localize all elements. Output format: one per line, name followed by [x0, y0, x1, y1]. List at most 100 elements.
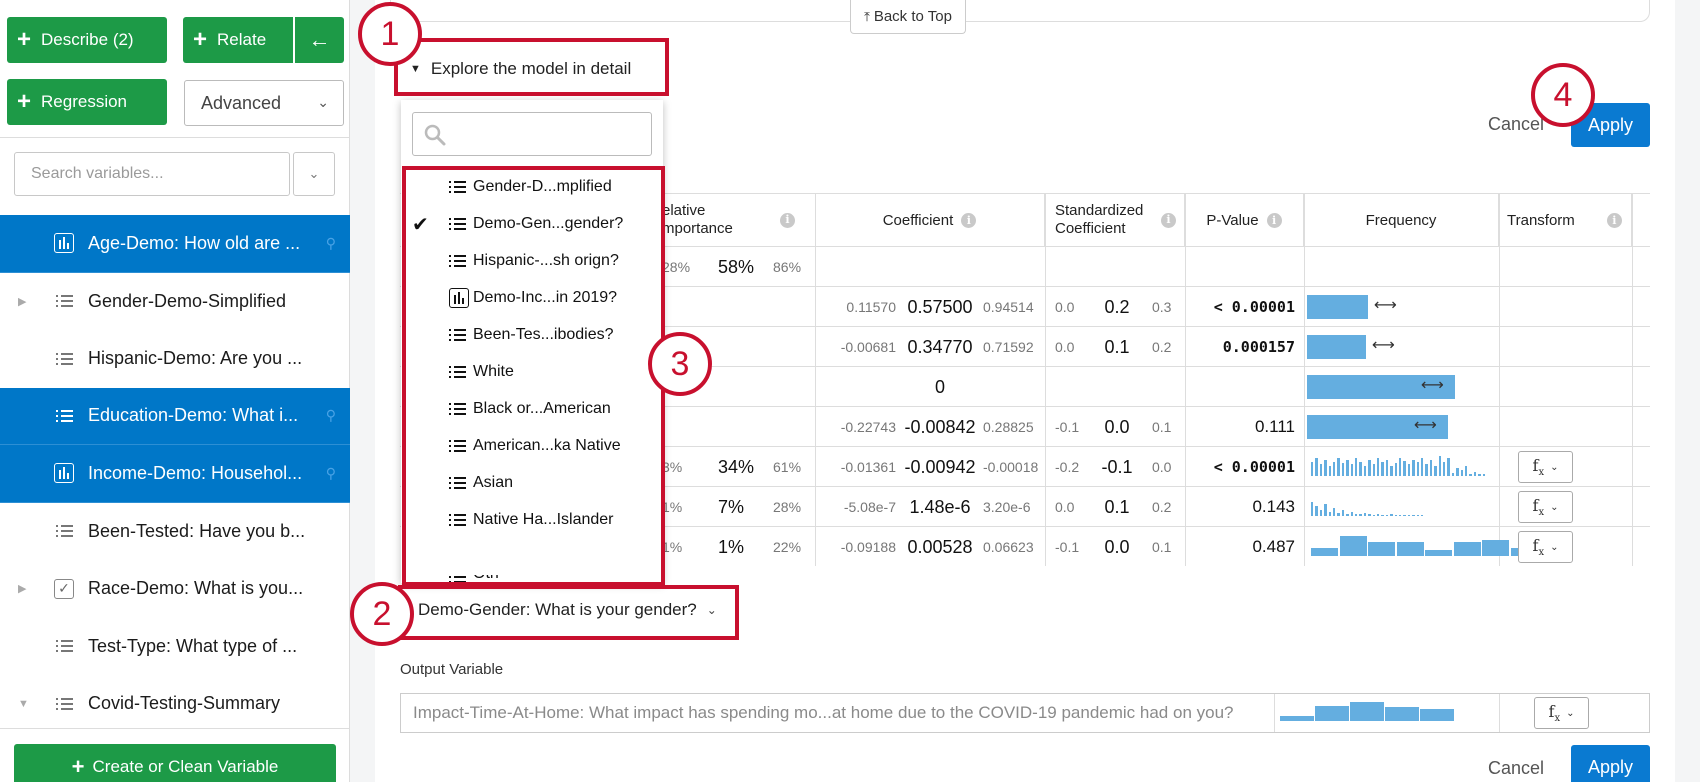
- histogram-bar: [1333, 462, 1336, 476]
- function-icon: fx: [1548, 701, 1561, 725]
- variable-list-item[interactable]: ▶ Gender-Demo-Simplified: [0, 273, 350, 331]
- variable-list-item[interactable]: Age-Demo: How old are ... ⚲: [0, 215, 350, 273]
- function-icon: fx: [1532, 495, 1545, 519]
- search-icon: ⚲: [325, 234, 336, 251]
- histogram-bar: [1421, 458, 1424, 476]
- describe-button[interactable]: + Describe (2): [7, 17, 167, 63]
- histogram-bar: [1385, 515, 1389, 516]
- list-icon: [55, 640, 73, 653]
- variable-list-item[interactable]: Hispanic-Demo: Are you ...: [0, 330, 350, 388]
- coef-lower: [815, 367, 896, 407]
- p-value: 0.000157: [1222, 338, 1295, 356]
- histogram-bar: [1324, 504, 1327, 516]
- search-filter-dropdown[interactable]: ⌄: [293, 152, 335, 196]
- coef-estimate: -0.00842: [904, 416, 976, 437]
- p-value: [1185, 247, 1295, 287]
- std-lower: 0.0: [1055, 339, 1075, 355]
- histogram-bar: [1311, 548, 1338, 556]
- relate-back-button[interactable]: ←: [295, 17, 344, 63]
- transform-button[interactable]: fx ⌄: [1518, 531, 1573, 563]
- coef-estimate: 1.48e-6: [909, 496, 971, 517]
- list-icon: [55, 352, 73, 365]
- p-value: [1185, 367, 1295, 407]
- ri-lower: 1%: [662, 539, 683, 555]
- info-icon[interactable]: i: [780, 212, 795, 228]
- arrow-left-icon: ←: [308, 27, 331, 52]
- coef-estimate: 0.57500: [907, 296, 973, 317]
- transform-button[interactable]: fx ⌄: [1518, 491, 1573, 523]
- plus-icon: +: [71, 754, 85, 779]
- output-variable-row[interactable]: Impact-Time-At-Home: What impact has spe…: [400, 693, 1650, 733]
- histogram-bar: [1359, 514, 1362, 516]
- histogram-bar: [1407, 515, 1411, 516]
- histogram-bar: [1403, 461, 1406, 476]
- variable-list-item[interactable]: ▶ ✓ Race-Demo: What is you...: [0, 560, 350, 618]
- histogram-bar: [1363, 466, 1367, 476]
- coef-lower: 0.11570: [846, 299, 896, 315]
- std-estimate: 0.1: [1104, 336, 1130, 357]
- caret-right-icon[interactable]: ▶: [18, 582, 26, 595]
- histogram-bar: [1403, 515, 1406, 516]
- histogram-bar: [1377, 514, 1380, 516]
- caret-right-icon[interactable]: ▶: [18, 295, 26, 308]
- histogram-bar: [1456, 468, 1459, 476]
- variable-label: Test-Type: What type of ...: [88, 635, 298, 656]
- std-estimate: 0.1: [1104, 496, 1130, 517]
- histogram-bar: [1482, 474, 1485, 476]
- back-to-top-button[interactable]: ⤒ Back to Top: [850, 0, 966, 34]
- transform-button[interactable]: fx ⌄: [1518, 451, 1573, 483]
- coef-estimate: 0.34770: [907, 336, 973, 357]
- cancel-button-bottom[interactable]: Cancel: [1488, 758, 1544, 779]
- regression-label: Regression: [41, 92, 128, 111]
- column-divider: [1499, 694, 1500, 732]
- variable-list-item[interactable]: Test-Type: What type of ...: [0, 618, 350, 676]
- std-lower: 0.0: [1055, 499, 1075, 515]
- info-icon[interactable]: i: [961, 212, 977, 228]
- std-lower: [1055, 247, 1085, 287]
- std-estimate: 0.2: [1104, 296, 1130, 317]
- variable-list-item[interactable]: Income-Demo: Househol... ⚲: [0, 445, 350, 503]
- histogram-bar: [1350, 464, 1353, 476]
- histogram-bar: [1478, 474, 1481, 476]
- frequency-header: Frequency: [1304, 194, 1499, 246]
- ri-estimate: 1%: [718, 536, 745, 557]
- info-icon[interactable]: i: [1606, 212, 1622, 228]
- histogram-bar: [1372, 464, 1375, 476]
- coef-estimate: [896, 247, 984, 287]
- std-upper: 0.3: [1152, 299, 1172, 315]
- frequency-label: Frequency: [1365, 211, 1437, 229]
- relate-button[interactable]: + Relate: [183, 17, 293, 63]
- ri-upper: [773, 327, 813, 367]
- coef-upper: 3.20e-6: [983, 499, 1031, 515]
- info-icon[interactable]: i: [1266, 212, 1282, 228]
- apply-button-bottom[interactable]: Apply: [1571, 745, 1650, 782]
- histogram-bar: [1460, 470, 1463, 476]
- std-estimate: [1097, 367, 1137, 407]
- caret-down-icon[interactable]: ▼: [18, 698, 29, 710]
- ri-lower: 3%: [662, 459, 683, 475]
- regression-button[interactable]: + Regression: [7, 79, 167, 125]
- variable-list-item[interactable]: Been-Tested: Have you b...: [0, 503, 350, 561]
- histogram-bar: [1328, 466, 1331, 476]
- dropdown-search-input[interactable]: [412, 112, 652, 156]
- coef-estimate: 0.00528: [907, 536, 973, 557]
- search-variables-input[interactable]: Search variables...: [14, 152, 290, 196]
- ri-lower: 1%: [662, 499, 683, 515]
- create-variable-button[interactable]: + Create or Clean Variable: [14, 744, 336, 782]
- variable-label: Age-Demo: How old are ...: [88, 232, 301, 253]
- histogram-bar: [1368, 542, 1395, 556]
- p-value: 0.111: [1254, 417, 1295, 436]
- variable-list-item[interactable]: Education-Demo: What i... ⚲: [0, 387, 350, 445]
- search-icon: ⚲: [325, 464, 336, 481]
- transform-header: Transform i: [1499, 194, 1632, 246]
- cancel-button[interactable]: Cancel: [1488, 114, 1544, 135]
- variable-list-item[interactable]: ▼ Covid-Testing-Summary: [0, 675, 350, 733]
- advanced-dropdown[interactable]: Advanced ⌄: [184, 80, 344, 126]
- info-icon[interactable]: i: [1161, 212, 1176, 228]
- histogram-bar: [1420, 709, 1454, 721]
- output-transform-button[interactable]: fx ⌄: [1534, 697, 1589, 729]
- coef-upper: 0.71592: [983, 339, 1034, 355]
- p-value: < 0.00001: [1213, 458, 1295, 476]
- sidebar: + Describe (2) + Relate ← + Regression A…: [0, 0, 350, 782]
- histogram-bar: [1421, 515, 1424, 516]
